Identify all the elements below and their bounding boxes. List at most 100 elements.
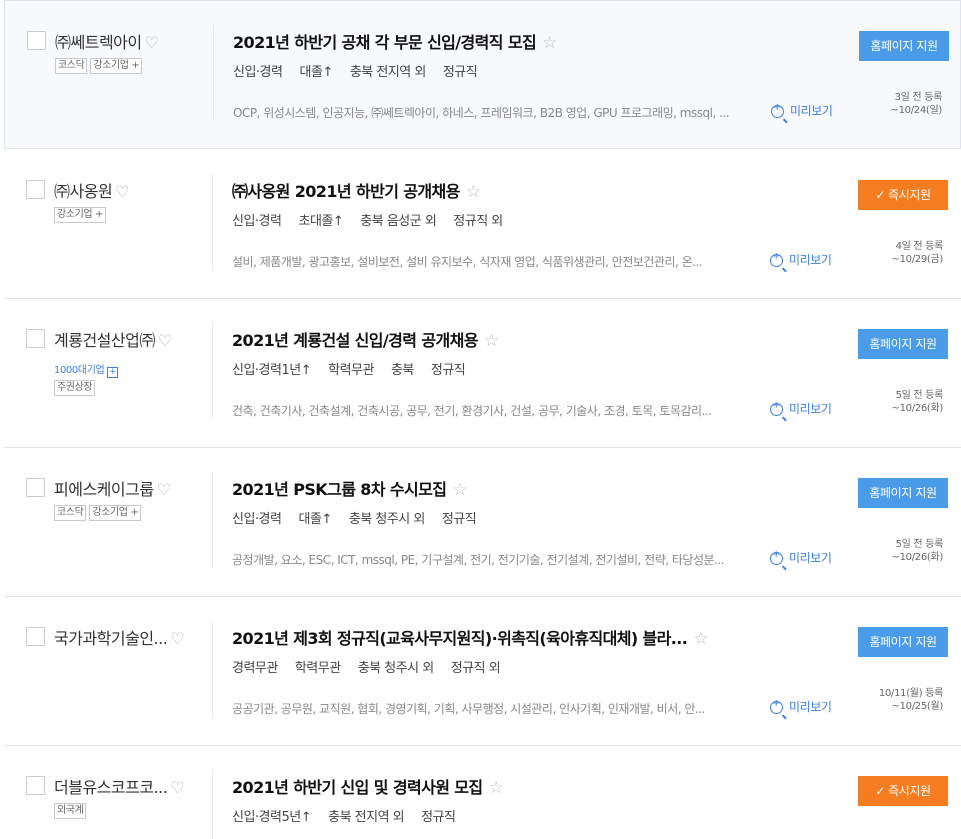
company-tags: 코스닥 강소기업 + [55,58,143,74]
star-icon[interactable]: ☆ [466,182,481,202]
job-title[interactable]: 2021년 PSK그룹 8차 수시모집 ☆ [232,476,468,500]
preview-link[interactable]: 미리보기 [770,251,832,268]
heart-icon[interactable]: ♡ [115,182,129,201]
condition-location: 충북 전지역 외 [328,810,405,825]
job-title[interactable]: 2021년 하반기 신입 및 경력사원 모집 ☆ [232,774,504,798]
preview-link[interactable]: 미리보기 [770,549,832,566]
zoom-plus-icon [770,698,783,714]
job-sectors: 설비, 제품개발, 광고홍보, 설비보전, 설비 유지보수, 식자재 영업, 식… [232,255,703,269]
instant-apply-button[interactable]: ✓ 즉시지원 [858,180,948,210]
homepage-apply-button[interactable]: 홈페이지 지원 [858,478,948,508]
condition-career: 신입·경력 [232,214,282,229]
condition-career: 신입·경력1년↑ [232,363,312,378]
job-row: ㈜사옹원 ♡ 강소기업 + ㈜사옹원 2021년 하반기 공개채용 ☆ 신입·경력 … [4,150,961,299]
tag-strong-sme[interactable]: 강소기업 + [89,505,142,521]
job-row: 더블유스코프코... ♡ 외국계 2021년 하반기 신입 및 경력사원 모집 ☆ … [4,746,961,839]
job-sectors: 공공기관, 공무원, 교직원, 협회, 경영기획, 기획, 사무행정, 시설관리… [232,702,705,716]
company-name[interactable]: 피에스케이그룹 ♡ [54,476,171,500]
star-icon[interactable]: ☆ [693,629,708,649]
row-checkbox[interactable] [26,776,45,795]
job-conditions: 신입·경력 대졸↑ 충북 청주시 외 정규직 [232,508,477,527]
post-date: 5일 전 등록 ~10/26(화) [891,539,943,563]
condition-education: 초대졸↑ [298,214,344,229]
homepage-apply-button[interactable]: 홈페이지 지원 [859,31,949,61]
divider [212,621,213,717]
job-conditions: 신입·경력5년↑ 충북 전지역 외 정규직 [232,806,456,825]
job-sectors: 공정개발, 요소, ESC, ICT, mssql, PE, 기구설계, 전기,… [232,553,724,567]
job-title[interactable]: ㈜사옹원 2021년 하반기 공개채용 ☆ [232,178,481,202]
divider [213,25,214,121]
condition-location: 충북 청주시 외 [348,512,426,527]
tag-strong-sme[interactable]: 강소기업 + [90,58,143,74]
job-title[interactable]: 2021년 계룡건설 신입/경력 공개채용 ☆ [232,327,499,351]
job-row: 국가과학기술인... ♡ 2021년 제3회 정규직(교육사무지원직)·위촉직(육… [4,597,961,746]
star-icon[interactable]: ☆ [484,331,499,351]
homepage-apply-button[interactable]: 홈페이지 지원 [858,627,948,657]
condition-career: 신입·경력5년↑ [232,810,312,825]
job-row: 계룡건설산업㈜ ♡ 1000대기업 + 주권상장 2021년 계룡건설 신입/경력 … [4,299,961,448]
condition-education: 대졸↑ [299,65,333,80]
heart-icon[interactable]: ♡ [145,33,159,52]
zoom-plus-icon [770,549,783,565]
divider [212,174,213,270]
condition-type: 정규직 [441,512,477,527]
preview-link[interactable]: 미리보기 [771,102,833,119]
condition-career: 경력무관 [232,661,278,676]
job-sectors: 건축, 건축기사, 건축설계, 건축시공, 공무, 전기, 환경기사, 건설, … [232,404,712,418]
company-tags: 주권상장 [54,380,96,396]
row-checkbox[interactable] [26,329,45,348]
job-title[interactable]: 2021년 제3회 정규직(교육사무지원직)·위촉직(육아휴직대체) 블라...… [232,625,708,649]
job-conditions: 신입·경력 대졸↑ 충북 전지역 외 정규직 [233,61,478,80]
condition-type: 정규직 외 [453,214,503,229]
job-title[interactable]: 2021년 하반기 공채 각 부문 신입/경력직 모집 ☆ [233,29,557,53]
condition-location: 충북 [390,363,414,378]
post-date: 3일 전 등록 ~10/24(일) [890,92,942,116]
company-tags: 외국계 [54,803,87,819]
condition-type: 정규직 [421,810,456,825]
tag-strong-sme[interactable]: 강소기업 + [54,207,106,223]
job-conditions: 신입·경력1년↑ 학력무관 충북 정규직 [232,359,466,378]
heart-icon[interactable]: ♡ [158,331,172,350]
job-row: 피에스케이그룹 ♡ 코스닥 강소기업 + 2021년 PSK그룹 8차 수시모집 ☆… [4,448,961,597]
divider [212,323,213,419]
condition-career: 신입·경력 [233,65,283,80]
check-icon: ✓ [875,188,886,202]
company-name[interactable]: ㈜사옹원 ♡ [54,178,130,202]
tag-listing: 코스닥 [54,505,87,521]
star-icon[interactable]: ☆ [542,33,557,53]
job-sectors: OCP, 위성시스템, 인공지능, ㈜쎄트렉아이, 하네스, 프레임워크, B2… [233,106,730,120]
zoom-plus-icon [771,102,784,118]
company-name[interactable]: ㈜쎄트렉아이 ♡ [55,29,159,53]
heart-icon[interactable]: ♡ [170,629,184,648]
zoom-plus-icon [770,400,783,416]
preview-link[interactable]: 미리보기 [770,400,832,417]
row-checkbox[interactable] [26,180,45,199]
instant-apply-button[interactable]: ✓ 즉시지원 [858,776,948,806]
heart-icon[interactable]: ♡ [157,480,171,499]
zoom-plus-icon [770,251,783,267]
company-name[interactable]: 국가과학기술인... ♡ [54,625,185,649]
row-checkbox[interactable] [26,627,45,646]
row-checkbox[interactable] [26,478,45,497]
homepage-apply-button[interactable]: 홈페이지 지원 [858,329,948,359]
divider [212,770,213,839]
tag-listing: 주권상장 [54,380,96,396]
heart-icon[interactable]: ♡ [170,778,184,797]
post-date: 4일 전 등록 ~10/29(금) [891,241,943,265]
condition-education: 대졸↑ [298,512,332,527]
big-company-label[interactable]: 1000대기업 + [54,358,119,378]
condition-type: 정규직 [442,65,478,80]
check-icon: ✓ [875,784,886,798]
star-icon[interactable]: ☆ [452,480,467,500]
condition-career: 신입·경력 [232,512,282,527]
preview-link[interactable]: 미리보기 [770,698,832,715]
condition-education: 학력무관 [294,661,341,676]
company-name[interactable]: 계룡건설산업㈜ ♡ [54,327,172,351]
tag-listing: 코스닥 [55,58,88,74]
company-name[interactable]: 더블유스코프코... ♡ [54,774,185,798]
row-checkbox[interactable] [27,31,46,50]
job-conditions: 경력무관 학력무관 충북 청주시 외 정규직 외 [232,657,501,676]
plus-icon: + [107,367,119,378]
post-date: 10/11(월) 등록 ~10/25(월) [878,688,943,712]
star-icon[interactable]: ☆ [489,778,504,798]
